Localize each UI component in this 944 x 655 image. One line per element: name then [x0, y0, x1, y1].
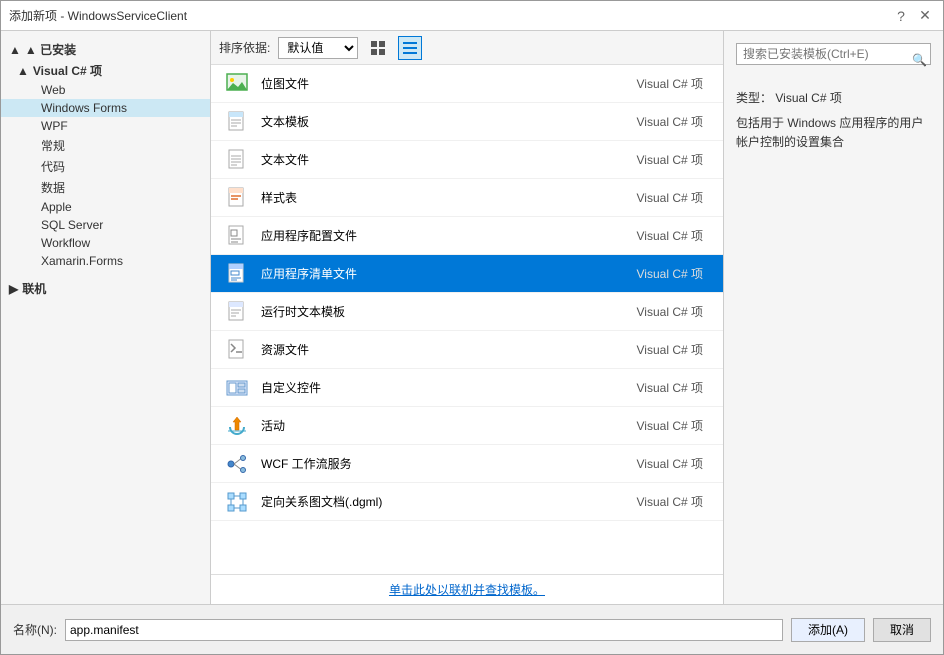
table-row[interactable]: 资源文件 Visual C# 项: [211, 331, 723, 369]
sidebar-item-code[interactable]: 代码: [1, 156, 210, 177]
info-description: 包括用于 Windows 应用程序的用户帐户控制的设置集合: [736, 114, 931, 152]
item-category: Visual C# 项: [637, 265, 703, 282]
table-row[interactable]: WCF 工作流服务 Visual C# 项: [211, 445, 723, 483]
item-category: Visual C# 项: [637, 379, 703, 396]
table-row[interactable]: 自定义控件 Visual C# 项: [211, 369, 723, 407]
item-category: Visual C# 项: [637, 303, 703, 320]
table-row[interactable]: 文本文件 Visual C# 项: [211, 141, 723, 179]
list-view-icon: [403, 41, 417, 55]
text-file-icon: [223, 146, 251, 174]
name-input[interactable]: [65, 619, 783, 641]
visual-csharp-label: Visual C# 项: [33, 62, 102, 79]
table-row[interactable]: 位图文件 Visual C# 项: [211, 65, 723, 103]
grid-view-icon: [371, 41, 385, 55]
content-area: ▲ ▲ 已安装 ▲ Visual C# 项 Web Windows Forms …: [1, 31, 943, 604]
config-file-icon: [223, 222, 251, 250]
item-name: WCF 工作流服务: [261, 455, 637, 472]
installed-section-header[interactable]: ▲ ▲ 已安装: [1, 39, 210, 60]
item-name: 应用程序配置文件: [261, 227, 637, 244]
online-arrow-icon: ▶: [9, 282, 18, 296]
sidebar-item-workflow[interactable]: Workflow: [1, 234, 210, 252]
online-label: 联机: [22, 280, 46, 297]
table-row[interactable]: 运行时文本模板 Visual C# 项: [211, 293, 723, 331]
item-category: Visual C# 项: [637, 189, 703, 206]
item-name: 应用程序清单文件: [261, 265, 637, 282]
manifest-file-icon: [223, 260, 251, 288]
type-value: Visual C# 项: [775, 91, 841, 105]
sidebar-item-data[interactable]: 数据: [1, 177, 210, 198]
item-name: 活动: [261, 417, 637, 434]
info-type: 类型： Visual C# 项: [736, 89, 931, 106]
item-category: Visual C# 项: [637, 455, 703, 472]
search-container: 🔍: [736, 43, 931, 77]
list-footer: 单击此处以联机并查找模板。: [211, 574, 723, 604]
toolbar: 排序依据: 默认值 名称 类型: [211, 31, 723, 65]
online-section-header[interactable]: ▶ 联机: [1, 278, 210, 299]
dialog: 添加新项 - WindowsServiceClient ? ✕ ▲ ▲ 已安装 …: [0, 0, 944, 655]
item-name: 位图文件: [261, 75, 637, 92]
table-row[interactable]: 文本模板 Visual C# 项: [211, 103, 723, 141]
list-view-button[interactable]: [398, 36, 422, 60]
item-name: 运行时文本模板: [261, 303, 637, 320]
search-input[interactable]: [736, 43, 931, 65]
table-row[interactable]: 活动 Visual C# 项: [211, 407, 723, 445]
activity-icon: [223, 412, 251, 440]
window-title: 添加新项 - WindowsServiceClient: [9, 7, 187, 24]
name-label: 名称(N):: [13, 621, 57, 638]
table-row[interactable]: 应用程序清单文件 Visual C# 项: [211, 255, 723, 293]
title-bar: 添加新项 - WindowsServiceClient ? ✕: [1, 1, 943, 31]
resource-file-icon: [223, 336, 251, 364]
item-name: 文本文件: [261, 151, 637, 168]
wcf-service-icon: [223, 450, 251, 478]
item-category: Visual C# 项: [637, 493, 703, 510]
sidebar-item-wpf[interactable]: WPF: [1, 117, 210, 135]
info-panel: 🔍 类型： Visual C# 项 包括用于 Windows 应用程序的用户帐户…: [723, 31, 943, 604]
items-list: 位图文件 Visual C# 项 文本模板: [211, 65, 723, 574]
style-sheet-icon: [223, 184, 251, 212]
sort-select[interactable]: 默认值 名称 类型: [278, 37, 358, 59]
item-name: 样式表: [261, 189, 637, 206]
middle-panel: 排序依据: 默认值 名称 类型: [211, 31, 723, 604]
table-row[interactable]: 样式表 Visual C# 项: [211, 179, 723, 217]
item-name: 资源文件: [261, 341, 637, 358]
bottom-bar: 名称(N): 添加(A) 取消: [1, 604, 943, 654]
sidebar-item-sql-server[interactable]: SQL Server: [1, 216, 210, 234]
type-label: 类型：: [736, 91, 772, 105]
close-button[interactable]: ✕: [915, 6, 935, 26]
text-template-icon: [223, 108, 251, 136]
sidebar-item-apple[interactable]: Apple: [1, 198, 210, 216]
sidebar: ▲ ▲ 已安装 ▲ Visual C# 项 Web Windows Forms …: [1, 31, 211, 604]
item-category: Visual C# 项: [637, 227, 703, 244]
table-row[interactable]: 应用程序配置文件 Visual C# 项: [211, 217, 723, 255]
visual-csharp-section-header[interactable]: ▲ Visual C# 项: [1, 60, 210, 81]
diagram-file-icon: [223, 488, 251, 516]
item-category: Visual C# 项: [637, 75, 703, 92]
item-category: Visual C# 项: [637, 113, 703, 130]
help-button[interactable]: ?: [891, 6, 911, 26]
sidebar-item-web[interactable]: Web: [1, 81, 210, 99]
table-row[interactable]: 定向关系图文档(.dgml) Visual C# 项: [211, 483, 723, 521]
item-category: Visual C# 项: [637, 417, 703, 434]
installed-arrow-icon: ▲: [9, 43, 21, 57]
grid-view-button[interactable]: [366, 36, 390, 60]
sort-label: 排序依据:: [219, 39, 270, 56]
custom-control-icon: [223, 374, 251, 402]
title-bar-controls: ? ✕: [891, 6, 935, 26]
item-category: Visual C# 项: [637, 151, 703, 168]
search-icon: 🔍: [912, 53, 927, 67]
item-name: 定向关系图文档(.dgml): [261, 493, 637, 510]
bitmap-icon: [223, 70, 251, 98]
sidebar-item-windows-forms[interactable]: Windows Forms: [1, 99, 210, 117]
installed-label: ▲ 已安装: [25, 41, 76, 58]
add-button[interactable]: 添加(A): [791, 618, 865, 642]
cancel-button[interactable]: 取消: [873, 618, 931, 642]
online-templates-link[interactable]: 单击此处以联机并查找模板。: [389, 581, 545, 598]
item-name: 自定义控件: [261, 379, 637, 396]
sidebar-item-xamarin-forms[interactable]: Xamarin.Forms: [1, 252, 210, 270]
runtime-template-icon: [223, 298, 251, 326]
visual-csharp-arrow-icon: ▲: [17, 64, 29, 78]
item-name: 文本模板: [261, 113, 637, 130]
sidebar-item-general[interactable]: 常规: [1, 135, 210, 156]
item-category: Visual C# 项: [637, 341, 703, 358]
